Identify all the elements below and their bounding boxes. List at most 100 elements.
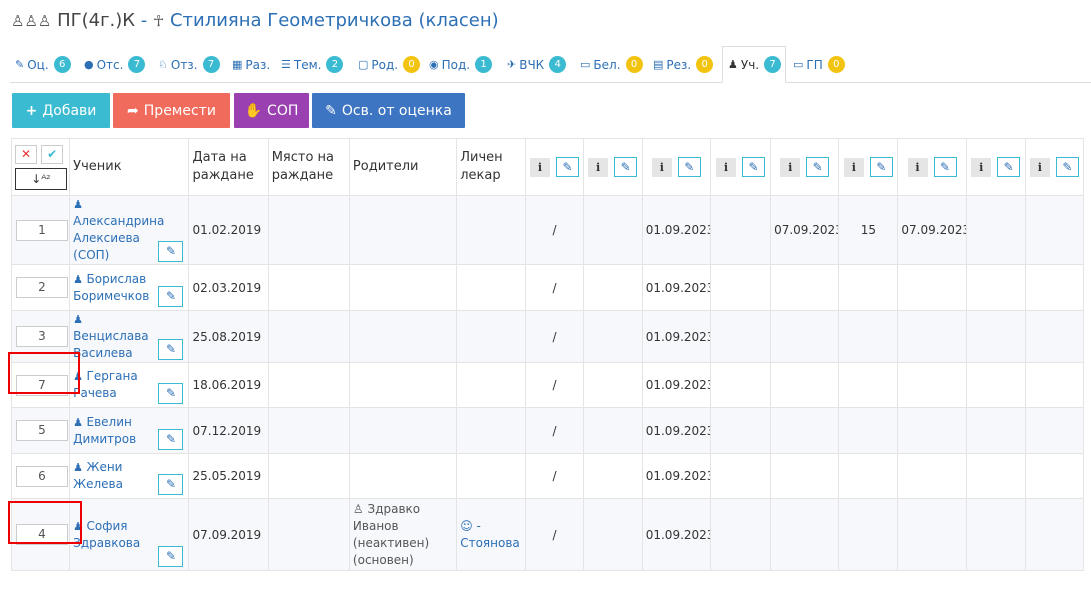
info-icon[interactable]: i <box>780 157 801 177</box>
tab-parents[interactable]: ▢ Род. 0 <box>353 46 421 83</box>
sop-button[interactable]: ✋ СОП <box>234 93 309 128</box>
tab-absences[interactable]: ● Отс. 7 <box>79 46 146 83</box>
data-cell-9 <box>1024 498 1085 571</box>
tab-gp[interactable]: ▭ ГП 0 <box>788 46 845 83</box>
tab-badge: 2 <box>326 56 344 73</box>
data-cell-4 <box>709 195 772 265</box>
data-cell-3: 01.09.2023 <box>641 362 711 408</box>
info-icon[interactable]: i <box>715 157 736 177</box>
header-col-1: i ✎ <box>525 138 584 196</box>
student-icon: ♟ <box>73 272 87 286</box>
edit-icon[interactable]: ✎ <box>158 285 184 307</box>
edit-icon[interactable]: ✎ <box>677 157 701 177</box>
tab-support[interactable]: ◉ Под. 1 <box>424 46 493 83</box>
edit-icon[interactable]: ✎ <box>555 157 579 177</box>
edit-icon[interactable]: ✎ <box>158 241 184 262</box>
edit-icon[interactable]: ✎ <box>1055 157 1079 177</box>
info-icon[interactable]: i <box>651 157 672 177</box>
pencil-icon: ✎ <box>325 102 337 119</box>
doctor-icon: ☺ <box>460 518 477 533</box>
eye-icon: ◉ <box>429 58 439 71</box>
tab-schedule[interactable]: ▦ Раз. <box>227 46 270 83</box>
order-input[interactable]: 3 <box>16 326 68 347</box>
order-input[interactable]: 5 <box>16 420 68 441</box>
tab-topics[interactable]: ☰ Тем. 2 <box>276 46 344 83</box>
exempt-button[interactable]: ✎ Осв. от оценка <box>312 93 465 128</box>
student-icon: ♟ <box>728 58 738 71</box>
table-row: 6 ♟ Жени Желева ✎ 25.05.2019 / 01.09.2023 <box>10 453 1085 499</box>
info-icon[interactable]: i <box>529 157 550 177</box>
data-cell-5 <box>770 407 840 454</box>
tab-badge: 0 <box>696 56 714 73</box>
data-cell-1: / <box>525 407 584 454</box>
header-col-7: i ✎ <box>897 138 967 196</box>
data-cell-6 <box>838 407 899 454</box>
add-button[interactable]: + Добави <box>12 93 110 128</box>
student-cell: ♟ Жени Желева ✎ <box>69 453 190 499</box>
order-input[interactable]: 1 <box>16 219 68 241</box>
header-birth-place: Място на раждане <box>267 138 350 196</box>
tab-students[interactable]: ♟ Уч. 7 <box>722 46 786 83</box>
tab-notes[interactable]: ▭ Бел. 0 <box>575 46 643 83</box>
info-icon[interactable]: i <box>1029 157 1050 177</box>
edit-icon[interactable]: ✎ <box>933 157 957 177</box>
plus-icon: + <box>25 102 38 119</box>
data-cell-6 <box>838 264 899 311</box>
data-cell-4 <box>709 310 772 363</box>
tab-vchk[interactable]: ✈ ВЧК 4 <box>502 46 567 83</box>
data-cell-7 <box>897 498 967 571</box>
order-input[interactable]: 2 <box>16 277 68 298</box>
hand-icon: ✋ <box>244 102 263 119</box>
edit-icon[interactable]: ✎ <box>158 473 184 495</box>
edit-icon[interactable]: ✎ <box>614 157 638 177</box>
info-icon[interactable]: i <box>588 157 609 177</box>
class-name: ПГ(4г.)К <box>57 10 136 31</box>
doctor-link[interactable]: ☺ - Стоянова <box>460 519 520 550</box>
tab-reviews[interactable]: ♘ Отз. 7 <box>153 46 220 83</box>
data-cell-9 <box>1024 362 1085 408</box>
birth-date-cell: 25.08.2019 <box>188 310 269 363</box>
page-title: ♙♙♙ ПГ(4г.)К - ☥ Стилияна Геометричкова … <box>11 10 499 31</box>
data-cell-9 <box>1024 195 1085 265</box>
row-number-cell: 6 <box>10 453 71 499</box>
data-cell-8 <box>965 362 1026 408</box>
data-cell-7 <box>897 362 967 408</box>
table-row: 5 ♟ Евелин Димитров ✎ 07.12.2019 / 01.09.2023 <box>10 407 1085 454</box>
edit-icon[interactable]: ✎ <box>741 157 765 177</box>
parents-cell <box>348 310 458 363</box>
edit-icon[interactable]: ✎ <box>158 545 184 567</box>
parents-cell <box>348 264 458 311</box>
edit-icon[interactable]: ✎ <box>158 428 184 450</box>
teacher-link[interactable]: Стилияна Геометричкова (класен) <box>170 10 499 31</box>
move-button[interactable]: ➦ Премести <box>113 93 230 128</box>
info-icon[interactable]: i <box>971 157 992 177</box>
edit-icon[interactable]: ✎ <box>869 157 893 177</box>
header-col-9: i ✎ <box>1024 138 1085 196</box>
order-input[interactable]: 6 <box>16 465 68 487</box>
doctor-cell <box>456 453 527 499</box>
check-icon[interactable]: ✔ <box>41 144 64 164</box>
close-icon[interactable]: ✕ <box>15 144 37 164</box>
data-cell-9 <box>1024 407 1085 454</box>
note-icon: ▭ <box>580 58 591 71</box>
birth-date-cell: 01.02.2019 <box>188 195 269 265</box>
edit-icon[interactable]: ✎ <box>158 339 184 360</box>
doctor-cell <box>456 407 527 454</box>
data-cell-2 <box>582 498 643 571</box>
edit-icon[interactable]: ✎ <box>997 157 1021 177</box>
tab-results[interactable]: ▤ Рез. 0 <box>648 46 714 83</box>
edit-icon[interactable]: ✎ <box>158 382 184 404</box>
student-cell: ♟ София Здравкова ✎ <box>69 498 190 571</box>
data-cell-3: 01.09.2023 <box>641 195 711 265</box>
info-icon[interactable]: i <box>907 157 928 177</box>
tab-grades[interactable]: ✎ Оц. 6 <box>10 46 71 83</box>
data-cell-2 <box>582 264 643 311</box>
sort-alpha-icon[interactable]: ↓ᴬᶻ <box>15 167 67 190</box>
doctor-cell: ☺ - Стоянова <box>456 498 527 571</box>
data-cell-4 <box>709 498 772 571</box>
data-cell-7 <box>897 453 967 499</box>
student-icon: ♟ <box>73 313 84 326</box>
edit-icon[interactable]: ✎ <box>806 157 830 177</box>
doctor-cell <box>456 362 527 408</box>
info-icon[interactable]: i <box>843 157 864 177</box>
